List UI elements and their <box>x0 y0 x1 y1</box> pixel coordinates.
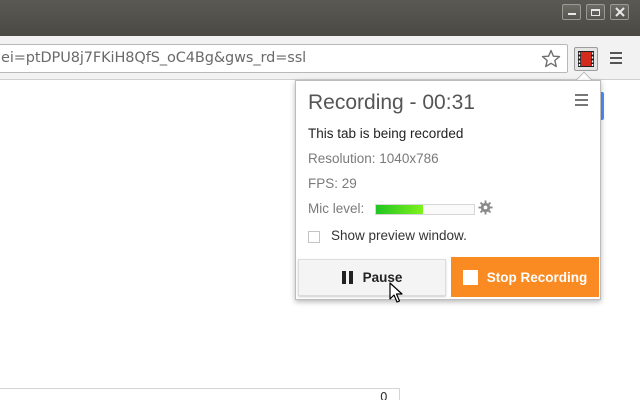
stop-icon <box>462 269 478 285</box>
show-preview-checkbox[interactable] <box>308 231 320 243</box>
stop-button-label: Stop Recording <box>486 269 588 285</box>
maximize-button[interactable] <box>586 4 605 20</box>
recorder-popup: Recording - 00:31 This tab is being reco… <box>295 80 601 300</box>
close-button[interactable] <box>610 4 629 20</box>
browser-toolbar: ei=ptDPU8j7FKiH8QfS_oC4Bg&gws_rd=ssl <box>0 36 640 80</box>
close-icon <box>614 7 625 17</box>
star-icon[interactable] <box>541 49 561 69</box>
page-number: 0 <box>380 390 388 400</box>
mic-level-meter <box>375 204 475 215</box>
maximize-icon <box>591 8 600 16</box>
recording-title: Recording - 00:31 <box>308 91 475 114</box>
url-text[interactable]: ei=ptDPU8j7FKiH8QfS_oC4Bg&gws_rd=ssl <box>1 50 306 66</box>
mic-level-label: Mic level: <box>308 201 365 216</box>
mouse-cursor-icon <box>389 282 403 303</box>
hamburger-menu-icon[interactable] <box>610 52 622 67</box>
resolution-text: Resolution: 1040x786 <box>308 151 439 166</box>
pause-icon <box>341 271 353 284</box>
page-result-box <box>0 388 400 400</box>
address-bar[interactable]: ei=ptDPU8j7FKiH8QfS_oC4Bg&gws_rd=ssl <box>0 44 568 73</box>
screen-recorder-extension-button[interactable] <box>574 47 598 71</box>
minimize-button[interactable] <box>562 4 581 20</box>
film-record-icon <box>578 51 594 67</box>
mic-level-fill <box>376 205 424 214</box>
popup-menu-icon[interactable] <box>575 94 588 109</box>
fps-text: FPS: 29 <box>308 176 357 191</box>
gear-icon[interactable] <box>478 200 493 215</box>
minimize-icon <box>567 13 576 15</box>
stop-recording-button[interactable]: Stop Recording <box>451 257 599 297</box>
recording-status: This tab is being recorded <box>308 126 464 141</box>
window-titlebar <box>0 0 640 36</box>
show-preview-label[interactable]: Show preview window. <box>331 228 467 243</box>
pause-button[interactable]: Pause <box>298 259 446 296</box>
